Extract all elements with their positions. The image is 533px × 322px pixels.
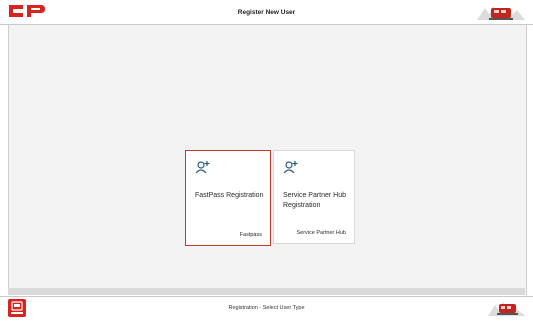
tile-title: Service Partner Hub Registration <box>283 192 347 209</box>
tile-tag: Service Partner Hub <box>296 230 346 236</box>
status-text: Registration - Select User Type <box>228 305 305 311</box>
train-icon <box>488 302 526 316</box>
tile-tag: Fastpass <box>239 232 262 238</box>
footer-bar: Registration - Select User Type <box>0 296 533 319</box>
header-bar: Register New User <box>0 0 533 25</box>
tile-fastpass-registration[interactable]: FastPass Registration Fastpass <box>185 150 271 246</box>
content-footer-strip <box>8 288 525 295</box>
train-icon <box>477 6 525 20</box>
tile-title: FastPass Registration <box>195 192 264 199</box>
page-title: Register New User <box>237 9 296 16</box>
add-user-icon <box>283 161 298 174</box>
add-user-icon <box>195 161 210 174</box>
tile-service-partner-hub-registration[interactable]: Service Partner Hub Registration Service… <box>273 150 355 244</box>
